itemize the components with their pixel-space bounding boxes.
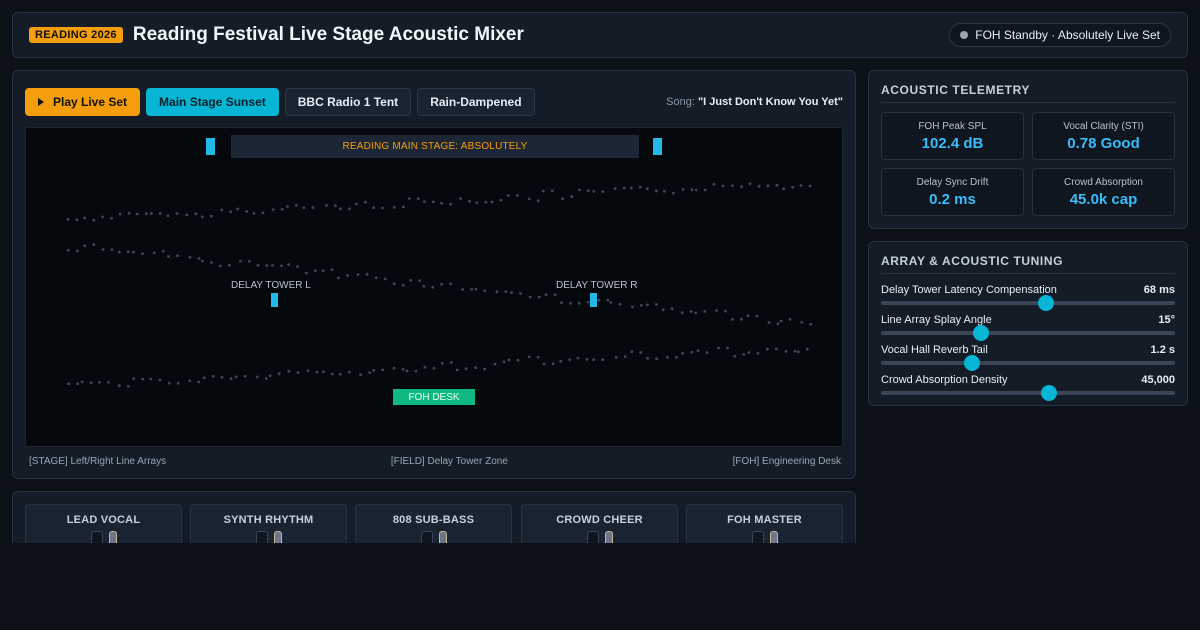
right-line-array-icon	[653, 138, 662, 155]
zone-stage: [STAGE] Left/Right Line Arrays	[29, 456, 167, 467]
status-text: FOH Standby · Absolutely Live Set	[975, 28, 1160, 42]
slider-label: Delay Tower Latency Compensation	[881, 284, 1057, 296]
stage-panel: Play Live Set Main Stage Sunset BBC Radi…	[12, 70, 856, 479]
tile-label: Crowd Absorption	[1064, 177, 1143, 188]
slider-thumb[interactable]	[972, 325, 989, 341]
left-line-array-icon	[206, 138, 215, 155]
status-dot-icon	[960, 31, 969, 39]
slider-value: 1.2 s	[1150, 344, 1175, 356]
delay-tower-left-label: DELAY TOWER L	[231, 280, 311, 291]
preset-main-stage-sunset[interactable]: Main Stage Sunset	[146, 88, 279, 116]
channel-name: SYNTH RHYTHM	[223, 514, 314, 526]
delay-tower-right-label: DELAY TOWER R	[556, 280, 638, 291]
stage-map[interactable]: READING MAIN STAGE: ABSOLUTELY DELAY TOW…	[25, 127, 843, 447]
play-label: Play Live Set	[53, 95, 128, 109]
slider-value: 68 ms	[1143, 284, 1175, 296]
channel-mixer: LEAD VOCAL SYNTH RHYTHM 808 SUB-BASS CRO…	[12, 491, 856, 551]
tuning-title: ARRAY & ACOUSTIC TUNING	[881, 254, 1175, 274]
preset-bbc-radio-1-tent[interactable]: BBC Radio 1 Tent	[284, 88, 412, 116]
slider-track[interactable]	[881, 301, 1175, 305]
slider-track[interactable]	[881, 331, 1175, 335]
tile-value: 102.4 dB	[921, 135, 984, 152]
slider-delay-latency[interactable]: Delay Tower Latency Compensation 68 ms	[881, 284, 1175, 311]
tile-label: Delay Sync Drift	[916, 177, 989, 188]
slider-label: Line Array Splay Angle	[881, 314, 992, 326]
slider-thumb[interactable]	[1040, 385, 1057, 401]
slider-track[interactable]	[881, 391, 1175, 395]
slider-thumb[interactable]	[964, 355, 981, 371]
slider-crowd-density[interactable]: Crowd Absorption Density 45,000	[881, 374, 1175, 401]
play-live-set-button[interactable]: Play Live Set	[25, 88, 141, 116]
delay-tower-left-icon[interactable]	[271, 293, 278, 307]
zone-field: [FIELD] Delay Tower Zone	[390, 456, 508, 467]
tile-delay-sync-drift: Delay Sync Drift 0.2 ms	[881, 168, 1024, 216]
channel-name: CROWD CHEER	[556, 514, 643, 526]
page-title: Reading Festival Live Stage Acoustic Mix…	[132, 24, 524, 45]
slider-reverb-tail[interactable]: Vocal Hall Reverb Tail 1.2 s	[881, 344, 1175, 371]
zone-foh: [FOH] Engineering Desk	[732, 456, 841, 467]
event-badge: READING 2026	[29, 27, 123, 43]
toolbar: Play Live Set Main Stage Sunset BBC Radi…	[25, 87, 843, 117]
foh-desk-marker[interactable]: FOH DESK	[393, 389, 475, 405]
slider-label: Crowd Absorption Density	[881, 374, 1008, 386]
zone-legend: [STAGE] Left/Right Line Arrays [FIELD] D…	[29, 456, 841, 467]
song-title: "I Just Don't Know You Yet"	[697, 96, 843, 108]
tuning-panel: ARRAY & ACOUSTIC TUNING Delay Tower Late…	[868, 241, 1188, 406]
tile-label: Vocal Clarity (STI)	[1063, 121, 1144, 132]
slider-track[interactable]	[881, 361, 1175, 365]
song-readout: Song: "I Just Don't Know You Yet"	[666, 96, 843, 108]
preset-rain-dampened[interactable]: Rain-Dampened	[417, 88, 535, 116]
stage-banner: READING MAIN STAGE: ABSOLUTELY	[231, 135, 639, 158]
tile-value: 0.78 Good	[1067, 135, 1140, 152]
tile-vocal-clarity: Vocal Clarity (STI) 0.78 Good	[1032, 112, 1175, 160]
tile-value: 45.0k cap	[1069, 191, 1138, 208]
page-footer-background	[0, 543, 1200, 630]
slider-value: 45,000	[1141, 374, 1175, 386]
telemetry-panel: ACOUSTIC TELEMETRY FOH Peak SPL 102.4 dB…	[868, 70, 1188, 229]
tile-foh-peak-spl: FOH Peak SPL 102.4 dB	[881, 112, 1024, 160]
app-header: READING 2026 Reading Festival Live Stage…	[12, 12, 1188, 58]
slider-value: 15°	[1158, 314, 1175, 326]
delay-tower-right-icon[interactable]	[590, 293, 597, 307]
tile-label: FOH Peak SPL	[918, 121, 987, 132]
slider-splay-angle[interactable]: Line Array Splay Angle 15°	[881, 314, 1175, 341]
channel-name: 808 SUB-BASS	[392, 514, 475, 526]
tile-value: 0.2 ms	[929, 191, 976, 208]
telemetry-title: ACOUSTIC TELEMETRY	[881, 83, 1175, 103]
status-pill: FOH Standby · Absolutely Live Set	[949, 23, 1171, 47]
slider-thumb[interactable]	[1037, 295, 1054, 311]
play-icon	[38, 98, 44, 106]
channel-name: LEAD VOCAL	[66, 514, 141, 526]
song-prefix: Song:	[666, 96, 695, 108]
channel-name: FOH MASTER	[727, 514, 802, 526]
tile-crowd-absorption: Crowd Absorption 45.0k cap	[1032, 168, 1175, 216]
